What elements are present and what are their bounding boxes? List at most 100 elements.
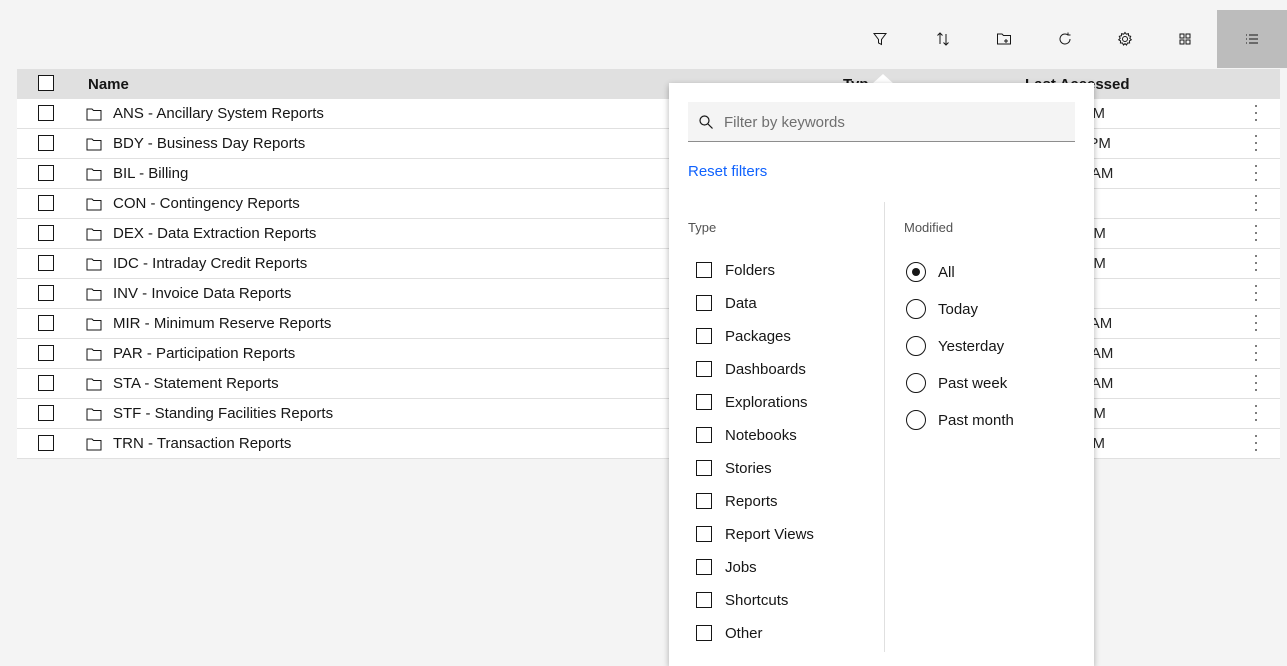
modified-section-title: Modified — [904, 220, 954, 235]
row-checkbox[interactable] — [38, 345, 54, 361]
folder-icon — [86, 408, 102, 421]
row-checkbox[interactable] — [38, 165, 54, 181]
type-filter-label: Shortcuts — [725, 591, 789, 609]
grid-view-icon — [1179, 33, 1191, 45]
type-filter-option[interactable]: Shortcuts — [696, 589, 788, 611]
folder-icon — [86, 348, 102, 361]
folder-icon — [86, 108, 102, 121]
new-folder-icon — [997, 33, 1011, 45]
row-name[interactable]: TRN - Transaction Reports — [113, 435, 291, 452]
type-filter-option[interactable]: Folders — [696, 259, 775, 281]
type-filter-option[interactable]: Packages — [696, 325, 791, 347]
row-checkbox[interactable] — [38, 195, 54, 211]
type-section-title: Type — [688, 220, 717, 235]
row-name[interactable]: IDC - Intraday Credit Reports — [113, 255, 307, 272]
overflow-menu-icon[interactable] — [1253, 163, 1259, 183]
type-checkbox[interactable] — [696, 526, 712, 542]
row-checkbox[interactable] — [38, 255, 54, 271]
list-view-button[interactable] — [1217, 10, 1287, 68]
row-name[interactable]: MIR - Minimum Reserve Reports — [113, 315, 331, 332]
type-checkbox[interactable] — [696, 295, 712, 311]
type-checkbox[interactable] — [696, 361, 712, 377]
row-name[interactable]: PAR - Participation Reports — [113, 345, 295, 362]
modified-radio[interactable] — [906, 262, 926, 282]
type-checkbox[interactable] — [696, 625, 712, 641]
overflow-menu-icon[interactable] — [1253, 373, 1259, 393]
modified-filter-label: All — [938, 263, 955, 281]
overflow-menu-icon[interactable] — [1253, 433, 1259, 453]
type-filter-option[interactable]: Data — [696, 292, 757, 314]
type-checkbox[interactable] — [696, 460, 712, 476]
row-checkbox[interactable] — [38, 225, 54, 241]
settings-button[interactable] — [1102, 10, 1148, 68]
modified-filter-label: Past month — [938, 411, 1014, 429]
type-filter-label: Reports — [725, 492, 778, 510]
type-checkbox[interactable] — [696, 328, 712, 344]
grid-view-button[interactable] — [1162, 10, 1208, 68]
row-name[interactable]: DEX - Data Extraction Reports — [113, 225, 316, 242]
list-view-icon — [1246, 34, 1258, 44]
row-name[interactable]: CON - Contingency Reports — [113, 195, 300, 212]
row-checkbox[interactable] — [38, 375, 54, 391]
type-filter-label: Report Views — [725, 525, 814, 543]
filter-button[interactable] — [857, 10, 903, 68]
overflow-menu-icon[interactable] — [1253, 253, 1259, 273]
row-checkbox[interactable] — [38, 105, 54, 121]
modified-radio[interactable] — [906, 299, 926, 319]
overflow-menu-icon[interactable] — [1253, 193, 1259, 213]
modified-radio[interactable] — [906, 336, 926, 356]
type-checkbox[interactable] — [696, 394, 712, 410]
refresh-button[interactable] — [1042, 10, 1088, 68]
folder-icon — [86, 438, 102, 451]
overflow-menu-icon[interactable] — [1253, 283, 1259, 303]
select-all-checkbox[interactable] — [38, 75, 54, 91]
row-name[interactable]: BDY - Business Day Reports — [113, 135, 305, 152]
type-checkbox[interactable] — [696, 559, 712, 575]
overflow-menu-icon[interactable] — [1253, 223, 1259, 243]
modified-filter-option[interactable]: All — [906, 261, 955, 283]
overflow-menu-icon[interactable] — [1253, 103, 1259, 123]
modified-filter-option[interactable]: Past month — [906, 409, 1014, 431]
row-name[interactable]: STF - Standing Facilities Reports — [113, 405, 333, 422]
type-checkbox[interactable] — [696, 262, 712, 278]
row-checkbox[interactable] — [38, 285, 54, 301]
row-name[interactable]: STA - Statement Reports — [113, 375, 279, 392]
type-filter-label: Notebooks — [725, 426, 797, 444]
reset-filters-link[interactable]: Reset filters — [688, 163, 767, 180]
modified-radio[interactable] — [906, 373, 926, 393]
row-checkbox[interactable] — [38, 435, 54, 451]
type-filter-option[interactable]: Report Views — [696, 523, 814, 545]
overflow-menu-icon[interactable] — [1253, 133, 1259, 153]
type-filter-option[interactable]: Reports — [696, 490, 778, 512]
row-name[interactable]: INV - Invoice Data Reports — [113, 285, 291, 302]
type-checkbox[interactable] — [696, 493, 712, 509]
folder-icon — [86, 258, 102, 271]
type-filter-option[interactable]: Stories — [696, 457, 772, 479]
new-folder-button[interactable] — [981, 10, 1027, 68]
sort-icon — [937, 32, 949, 46]
row-checkbox[interactable] — [38, 135, 54, 151]
settings-icon — [1117, 31, 1133, 46]
type-filter-option[interactable]: Dashboards — [696, 358, 806, 380]
modified-filter-option[interactable]: Past week — [906, 372, 1007, 394]
row-name[interactable]: ANS - Ancillary System Reports — [113, 105, 324, 122]
type-checkbox[interactable] — [696, 592, 712, 608]
filter-search-input[interactable] — [722, 102, 1066, 143]
row-checkbox[interactable] — [38, 315, 54, 331]
row-checkbox[interactable] — [38, 405, 54, 421]
type-filter-option[interactable]: Notebooks — [696, 424, 797, 446]
overflow-menu-icon[interactable] — [1253, 343, 1259, 363]
modified-filter-option[interactable]: Yesterday — [906, 335, 1004, 357]
overflow-menu-icon[interactable] — [1253, 313, 1259, 333]
column-header-name[interactable]: Name — [88, 76, 129, 93]
type-filter-option[interactable]: Jobs — [696, 556, 757, 578]
toolbar — [0, 10, 1287, 68]
type-checkbox[interactable] — [696, 427, 712, 443]
type-filter-option[interactable]: Other — [696, 622, 763, 644]
type-filter-option[interactable]: Explorations — [696, 391, 808, 413]
modified-filter-option[interactable]: Today — [906, 298, 978, 320]
row-name[interactable]: BIL - Billing — [113, 165, 188, 182]
sort-button[interactable] — [920, 10, 966, 68]
modified-radio[interactable] — [906, 410, 926, 430]
overflow-menu-icon[interactable] — [1253, 403, 1259, 423]
